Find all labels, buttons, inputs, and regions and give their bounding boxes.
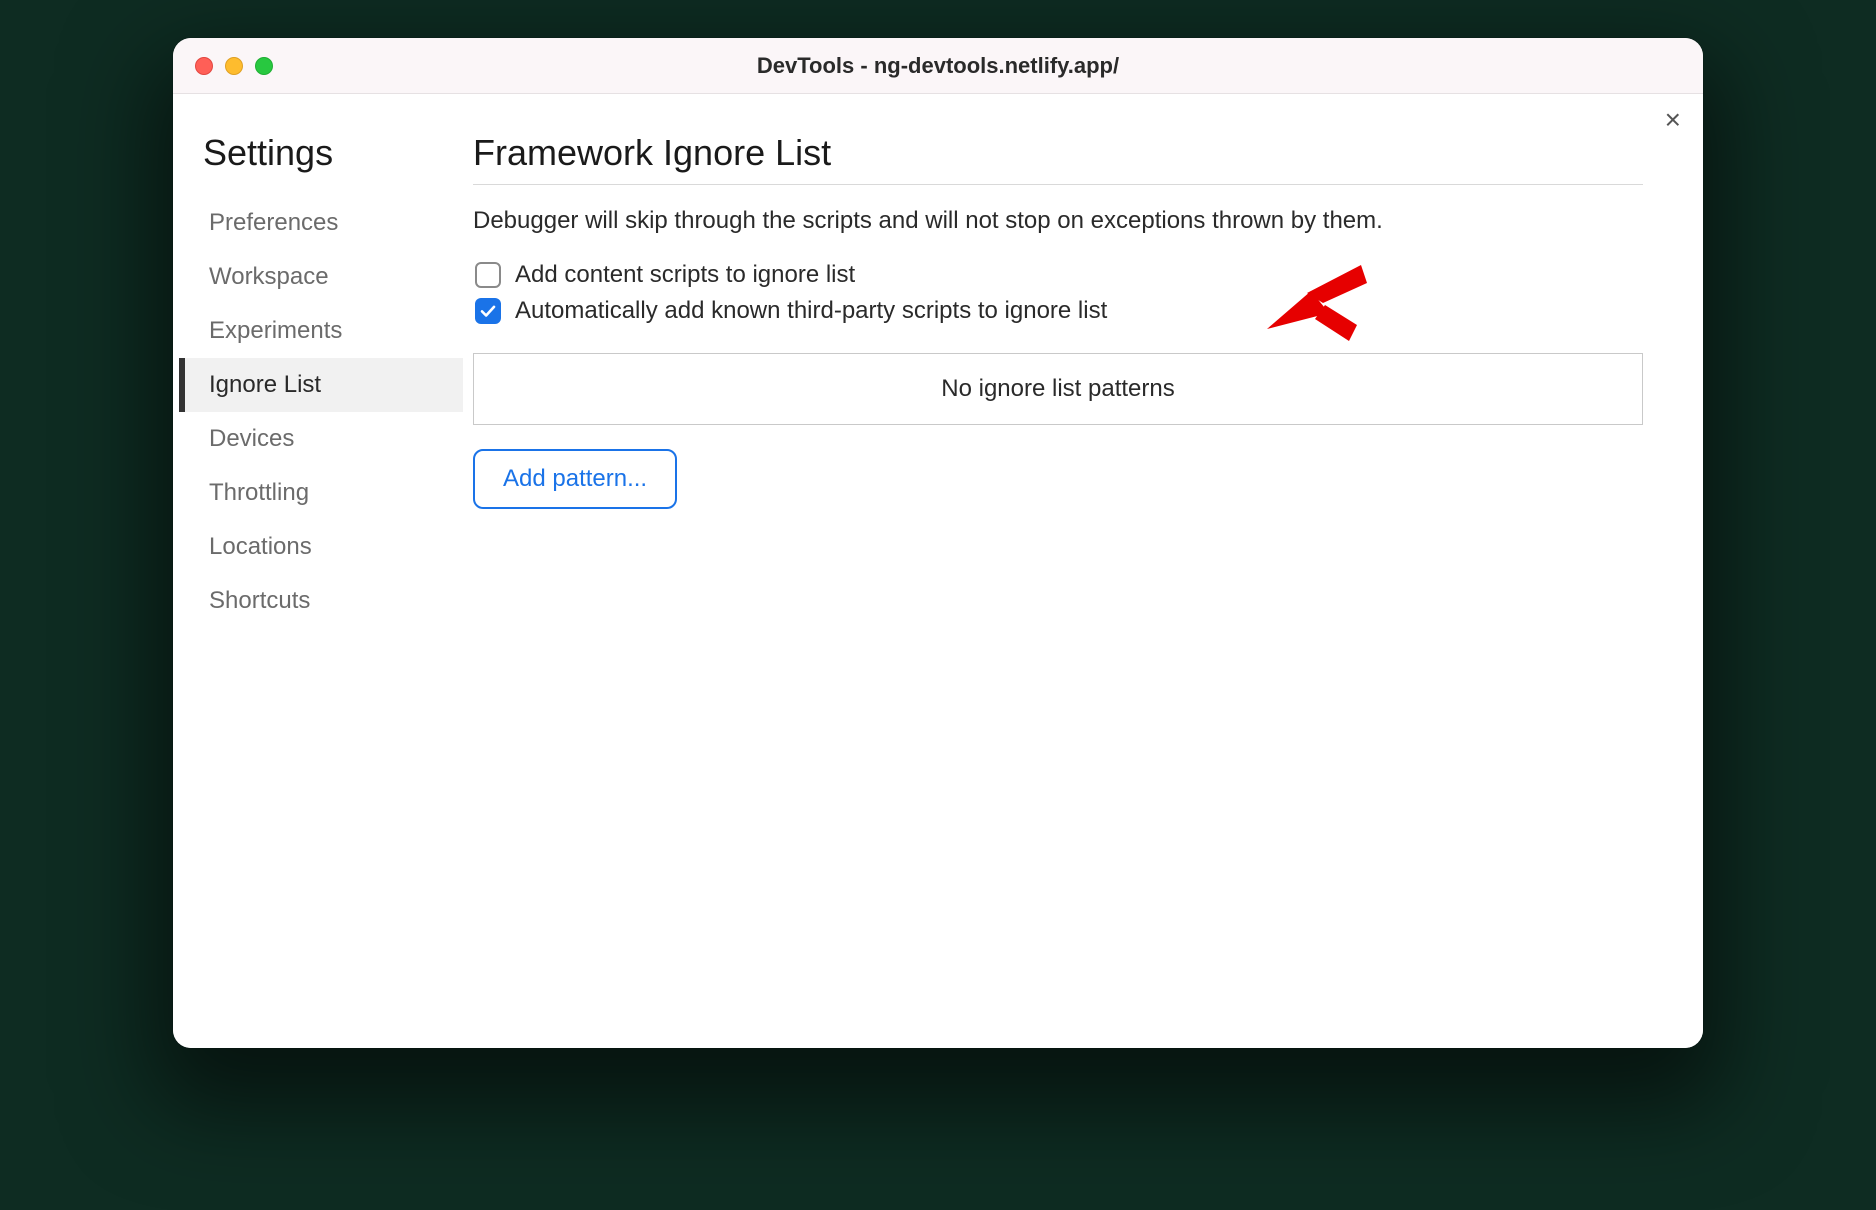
page-description: Debugger will skip through the scripts a…: [473, 207, 1643, 235]
settings-body: × Settings Preferences Workspace Experim…: [173, 94, 1703, 1048]
checkbox-third-party[interactable]: [475, 298, 501, 324]
window-title: DevTools - ng-devtools.netlify.app/: [757, 53, 1119, 79]
minimize-window-button[interactable]: [225, 57, 243, 75]
checkbox-row-third-party[interactable]: Automatically add known third-party scri…: [473, 297, 1643, 325]
settings-sidebar: Settings Preferences Workspace Experimen…: [173, 94, 463, 1048]
close-settings-button[interactable]: ×: [1665, 106, 1681, 134]
check-icon: [479, 302, 497, 320]
close-window-button[interactable]: [195, 57, 213, 75]
sidebar-item-devices[interactable]: Devices: [179, 412, 463, 466]
sidebar-item-label: Locations: [209, 533, 312, 560]
maximize-window-button[interactable]: [255, 57, 273, 75]
traffic-lights: [195, 57, 273, 75]
sidebar-item-locations[interactable]: Locations: [179, 520, 463, 574]
sidebar-item-label: Preferences: [209, 209, 338, 236]
sidebar-item-workspace[interactable]: Workspace: [179, 250, 463, 304]
sidebar-item-label: Shortcuts: [209, 587, 310, 614]
checkbox-label: Add content scripts to ignore list: [515, 261, 855, 289]
sidebar-title: Settings: [197, 132, 463, 174]
sidebar-item-label: Workspace: [209, 263, 329, 290]
sidebar-item-experiments[interactable]: Experiments: [179, 304, 463, 358]
sidebar-items: Preferences Workspace Experiments Ignore…: [197, 196, 463, 628]
sidebar-item-label: Ignore List: [209, 371, 321, 398]
sidebar-item-label: Experiments: [209, 317, 342, 344]
checkbox-row-content-scripts[interactable]: Add content scripts to ignore list: [473, 261, 1643, 289]
sidebar-item-ignore-list[interactable]: Ignore List: [179, 358, 463, 412]
sidebar-item-label: Devices: [209, 425, 294, 452]
settings-main: Framework Ignore List Debugger will skip…: [463, 94, 1703, 1048]
sidebar-item-label: Throttling: [209, 479, 309, 506]
titlebar: DevTools - ng-devtools.netlify.app/: [173, 38, 1703, 94]
add-pattern-label: Add pattern...: [503, 465, 647, 492]
devtools-window: DevTools - ng-devtools.netlify.app/ × Se…: [173, 38, 1703, 1048]
checkbox-label: Automatically add known third-party scri…: [515, 297, 1107, 325]
sidebar-item-preferences[interactable]: Preferences: [179, 196, 463, 250]
sidebar-item-shortcuts[interactable]: Shortcuts: [179, 574, 463, 628]
add-pattern-button[interactable]: Add pattern...: [473, 449, 677, 509]
checkbox-content-scripts[interactable]: [475, 262, 501, 288]
page-title: Framework Ignore List: [473, 132, 1643, 185]
ignore-list-patterns-box: No ignore list patterns: [473, 353, 1643, 425]
sidebar-item-throttling[interactable]: Throttling: [179, 466, 463, 520]
patterns-empty-text: No ignore list patterns: [941, 375, 1174, 403]
